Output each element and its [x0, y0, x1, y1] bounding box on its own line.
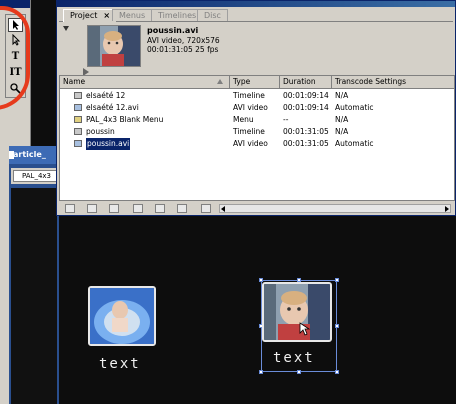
sort-ascending-icon — [217, 79, 223, 84]
scroll-right-icon[interactable] — [445, 206, 449, 212]
column-header-name[interactable]: Name — [60, 76, 230, 88]
tab-project[interactable]: Project × — [63, 9, 118, 22]
timeline-icon — [74, 92, 82, 99]
new-folder-icon[interactable] — [109, 204, 119, 213]
project-panel: Project × Menus Timelines Disc poussin.av… — [56, 0, 456, 216]
clip-format: AVI video, 720x576 — [147, 36, 220, 45]
selection-tool-icon[interactable] — [8, 18, 23, 32]
menu-canvas: text text — [59, 218, 456, 404]
background-menu-window: article_ PAL_4x3 — [9, 146, 59, 404]
table-row[interactable]: elsaété 12.avi AVI video 00:01:09:14 Aut… — [60, 102, 454, 114]
table-header: Name Type Duration Transcode Settings — [60, 76, 454, 89]
video-file-icon — [74, 140, 82, 147]
background-window-preview — [11, 188, 57, 404]
project-items-table: Name Type Duration Transcode Settings el… — [59, 75, 455, 201]
horizontal-scrollbar[interactable] — [219, 204, 451, 213]
tab-disc[interactable]: Disc — [197, 9, 228, 21]
resize-handle[interactable] — [297, 370, 301, 374]
table-row-selected[interactable]: poussin.avi AVI video 00:01:31:05 Automa… — [60, 138, 454, 150]
resize-handle[interactable] — [335, 324, 339, 328]
video-file-icon — [74, 104, 82, 111]
background-window-title: article_ — [13, 150, 46, 159]
new-menu-icon[interactable] — [155, 204, 165, 213]
clip-duration: 00:01:31:05 25 fps — [147, 45, 219, 54]
resize-handle[interactable] — [335, 278, 339, 282]
project-tabbar: Project × Menus Timelines Disc — [59, 7, 453, 22]
text-tool-icon[interactable]: T — [8, 50, 23, 64]
mouse-pointer-icon — [299, 322, 311, 336]
clip-info-area: poussin.avi AVI video, 720x576 00:01:31:… — [59, 22, 453, 76]
new-timeline-icon[interactable] — [133, 204, 143, 213]
icon-view-icon[interactable] — [87, 204, 97, 213]
resize-handle[interactable] — [259, 278, 263, 282]
vertical-text-tool-icon[interactable]: IT — [8, 66, 23, 80]
menu-button-text-2[interactable]: text — [273, 350, 315, 366]
project-bottom-toolbar — [59, 202, 453, 215]
tab-menus[interactable]: Menus — [112, 9, 153, 21]
tab-timelines[interactable]: Timelines — [151, 9, 204, 21]
tools-panel-header — [0, 0, 30, 8]
menu-button-thumbnail-2[interactable] — [262, 282, 332, 342]
column-header-type[interactable]: Type — [230, 76, 280, 88]
collapse-arrow-icon[interactable] — [63, 26, 69, 31]
resize-handle[interactable] — [259, 370, 263, 374]
timeline-icon — [74, 128, 82, 135]
list-view-icon[interactable] — [65, 204, 75, 213]
resize-handle[interactable] — [297, 278, 301, 282]
background-window-subtab[interactable]: PAL_4x3 — [13, 170, 59, 182]
menu-icon — [74, 116, 82, 123]
scroll-left-icon[interactable] — [221, 206, 225, 212]
trash-icon[interactable] — [201, 204, 211, 213]
table-row[interactable]: poussin Timeline 00:01:31:05 N/A — [60, 126, 454, 138]
table-row[interactable]: PAL_4x3 Blank Menu Menu -- N/A — [60, 114, 454, 126]
direct-select-tool-icon[interactable] — [8, 33, 23, 48]
import-icon[interactable] — [177, 204, 187, 213]
menu-button-text-1[interactable]: text — [99, 356, 141, 372]
column-header-duration[interactable]: Duration — [280, 76, 332, 88]
resize-handle[interactable] — [335, 370, 339, 374]
toolbox: T IT — [5, 14, 26, 98]
close-tab-icon[interactable]: × — [103, 11, 110, 20]
clip-name: poussin.avi — [147, 26, 199, 35]
clip-thumbnail — [87, 25, 141, 67]
zoom-tool-icon[interactable] — [8, 82, 23, 96]
column-header-transcode[interactable]: Transcode Settings — [332, 76, 456, 88]
menu-button-thumbnail-1[interactable] — [88, 286, 156, 346]
background-window-titlebar[interactable]: article_ — [9, 146, 59, 164]
background-window-tabbar: PAL_4x3 — [11, 168, 59, 184]
table-row[interactable]: elsaété 12 Timeline 00:01:09:14 N/A — [60, 90, 454, 102]
